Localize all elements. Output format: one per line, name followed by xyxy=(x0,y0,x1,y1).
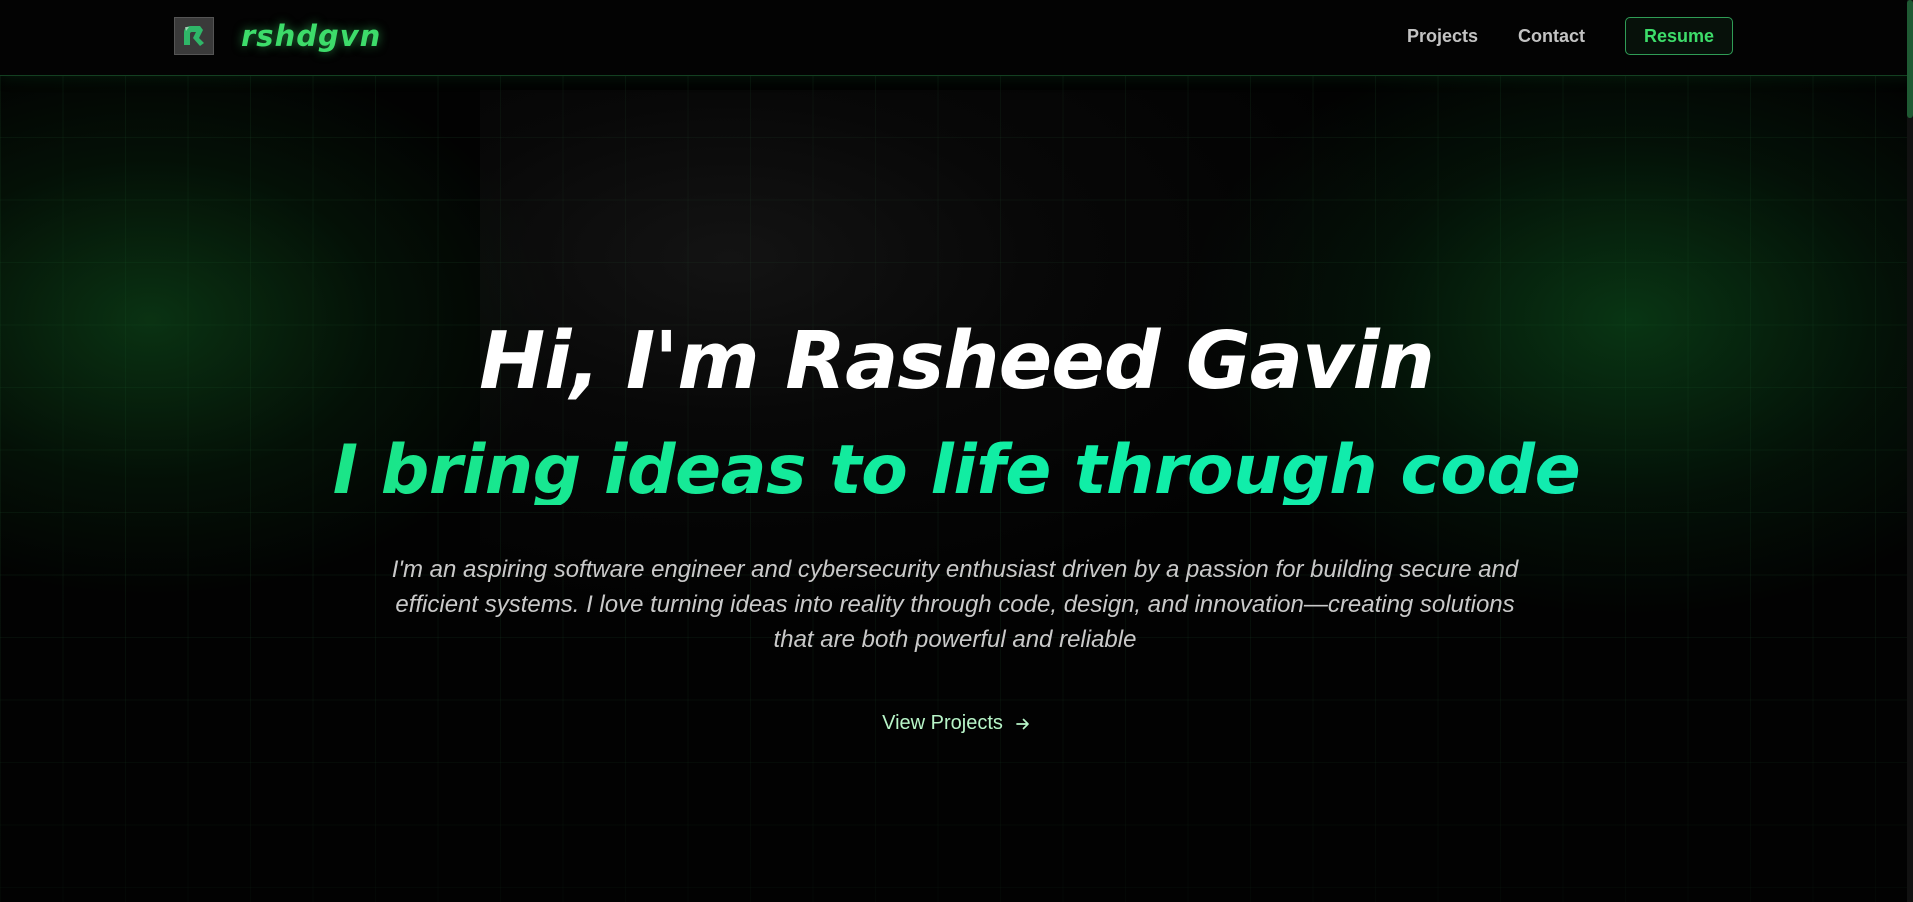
hero-title: Hi, I'm Rasheed Gavin xyxy=(479,315,1435,407)
cta-container: View Projects xyxy=(0,708,1913,739)
resume-button[interactable]: Resume xyxy=(1625,17,1733,55)
brand-name[interactable]: rshdgvn xyxy=(241,19,381,53)
hero-subtitle: I bring ideas to life through code xyxy=(0,437,1913,505)
navbar: rshdgvn Projects Contact Resume xyxy=(0,0,1913,76)
view-projects-button[interactable]: View Projects xyxy=(874,708,1039,739)
scrollbar[interactable] xyxy=(1907,0,1913,902)
view-projects-label: View Projects xyxy=(882,712,1003,734)
hero-description: I'm an aspiring software engineer and cy… xyxy=(391,556,1519,653)
nav-links: Projects Contact Resume xyxy=(1407,17,1733,55)
hero-section: Hi, I'm Rasheed Gavin I bring ideas to l… xyxy=(0,0,1913,902)
nav-link-contact[interactable]: Contact xyxy=(1518,26,1585,47)
scrollbar-thumb[interactable] xyxy=(1907,0,1913,118)
rg-logo-icon[interactable] xyxy=(174,17,214,55)
nav-link-projects[interactable]: Projects xyxy=(1407,26,1478,47)
brand[interactable]: rshdgvn xyxy=(174,17,381,55)
arrow-right-icon xyxy=(1015,716,1031,732)
page: rshdgvn Projects Contact Resume Hi, I'm … xyxy=(0,0,1913,902)
